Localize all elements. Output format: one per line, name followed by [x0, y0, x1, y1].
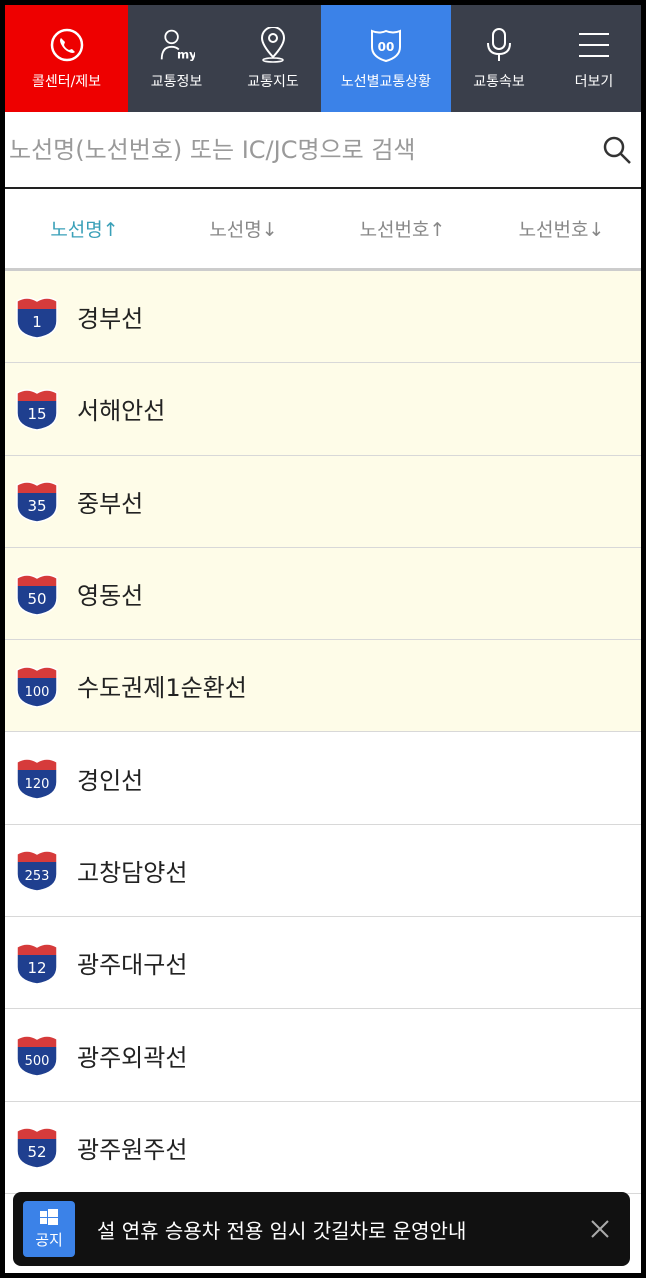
route-name: 경부선: [77, 305, 144, 334]
route-name: 광주대구선: [77, 951, 188, 980]
route-shield-icon: 1: [16, 296, 58, 339]
route-item[interactable]: 52 광주원주선: [5, 1101, 641, 1194]
route-item[interactable]: 12 광주대구선: [5, 917, 641, 1010]
route-item[interactable]: 15 서해안선: [5, 363, 641, 456]
nav-traffic-news[interactable]: 교통속보: [451, 5, 547, 112]
route-list: 1 경부선 15 서해안선 35 중부선 50 영동선 100 수도권제1순환선 120 경인선 253…: [5, 271, 641, 1194]
route-item[interactable]: 500 광주외곽선: [5, 1009, 641, 1102]
route-shield-icon: 52: [16, 1127, 58, 1170]
route-name: 경인선: [77, 766, 144, 795]
notice-badge-label: 공지: [35, 1230, 63, 1249]
nav-label: 교통속보: [473, 73, 525, 90]
nav-traffic-info[interactable]: my 교통정보: [128, 5, 225, 112]
tab-number-asc[interactable]: 노선번호↑: [323, 215, 482, 242]
sort-tabs: 노선명↑ 노선명↓ 노선번호↑ 노선번호↓: [5, 189, 641, 271]
route-shield-icon: 120: [16, 758, 58, 800]
route-name: 수도권제1순환선: [77, 674, 247, 703]
menu-icon: [576, 27, 612, 63]
phone-icon: [49, 27, 85, 63]
route-item[interactable]: 50 영동선: [5, 547, 641, 641]
route-item[interactable]: 100 수도권제1순환선: [5, 640, 641, 733]
windows-icon: [40, 1208, 58, 1225]
tab-name-asc[interactable]: 노선명↑: [5, 215, 164, 242]
close-icon[interactable]: [580, 1209, 620, 1249]
app-frame: 콜센터/제보 my 교통정보 교통지도 00 노선별교통상황 교통속보 더보기 …: [5, 5, 641, 1273]
route-shield-icon: 35: [16, 481, 58, 523]
route-number: 500: [25, 1054, 50, 1069]
route-number: 12: [27, 959, 46, 977]
nav-label: 교통지도: [247, 73, 299, 90]
search-bar: [5, 112, 641, 189]
map-pin-icon: [255, 26, 291, 63]
top-nav: 콜센터/제보 my 교통정보 교통지도 00 노선별교통상황 교통속보 더보기: [5, 5, 641, 112]
search-input[interactable]: [9, 119, 597, 180]
route-shield-icon: 500: [16, 1035, 58, 1077]
route-number: 120: [25, 777, 50, 792]
route-shield-icon: 00: [368, 27, 404, 63]
route-shield-icon: 15: [16, 389, 58, 431]
nav-route-traffic[interactable]: 00 노선별교통상황: [321, 5, 451, 112]
nav-callcenter[interactable]: 콜센터/제보: [5, 5, 128, 112]
notice-badge: 공지: [23, 1201, 75, 1257]
route-number: 1: [32, 313, 42, 331]
microphone-icon: [481, 27, 517, 63]
route-item[interactable]: 35 중부선: [5, 455, 641, 548]
route-shield-icon: 12: [16, 942, 58, 985]
nav-label: 노선별교통상황: [340, 73, 432, 90]
route-name: 서해안선: [77, 397, 166, 426]
route-shield-icon: 100: [16, 666, 58, 708]
route-name: 광주원주선: [77, 1135, 188, 1164]
route-item[interactable]: 120 경인선: [5, 732, 641, 825]
route-name: 영동선: [77, 582, 144, 611]
route-number: 52: [27, 1143, 46, 1161]
nav-label: 교통정보: [150, 73, 203, 90]
nav-label: 더보기: [574, 73, 614, 90]
route-shield-icon: 253: [16, 850, 58, 893]
shield-text: 00: [378, 40, 395, 54]
route-shield-icon: 50: [16, 573, 58, 616]
tab-number-desc[interactable]: 노선번호↓: [482, 215, 641, 242]
notice-text[interactable]: 설 연휴 승용차 전용 임시 갓길차로 운영안내: [97, 1215, 580, 1244]
notice-banner[interactable]: 공지 설 연휴 승용차 전용 임시 갓길차로 운영안내: [13, 1192, 630, 1266]
route-number: 253: [25, 869, 50, 884]
user-my-icon: my: [159, 27, 195, 63]
nav-label: 콜센터/제보: [31, 73, 102, 90]
route-number: 50: [27, 590, 46, 608]
route-name: 광주외곽선: [77, 1043, 188, 1072]
route-number: 100: [25, 685, 50, 700]
route-item[interactable]: 253 고창담양선: [5, 824, 641, 918]
route-number: 15: [27, 405, 46, 423]
nav-more[interactable]: 더보기: [547, 5, 641, 112]
route-number: 35: [27, 497, 46, 515]
route-item[interactable]: 1 경부선: [5, 271, 641, 364]
nav-traffic-map[interactable]: 교통지도: [225, 5, 321, 112]
route-name: 고창담양선: [77, 858, 188, 887]
search-icon[interactable]: [597, 130, 637, 170]
route-name: 중부선: [77, 489, 144, 518]
my-text: my: [177, 47, 195, 61]
tab-name-desc[interactable]: 노선명↓: [164, 215, 323, 242]
